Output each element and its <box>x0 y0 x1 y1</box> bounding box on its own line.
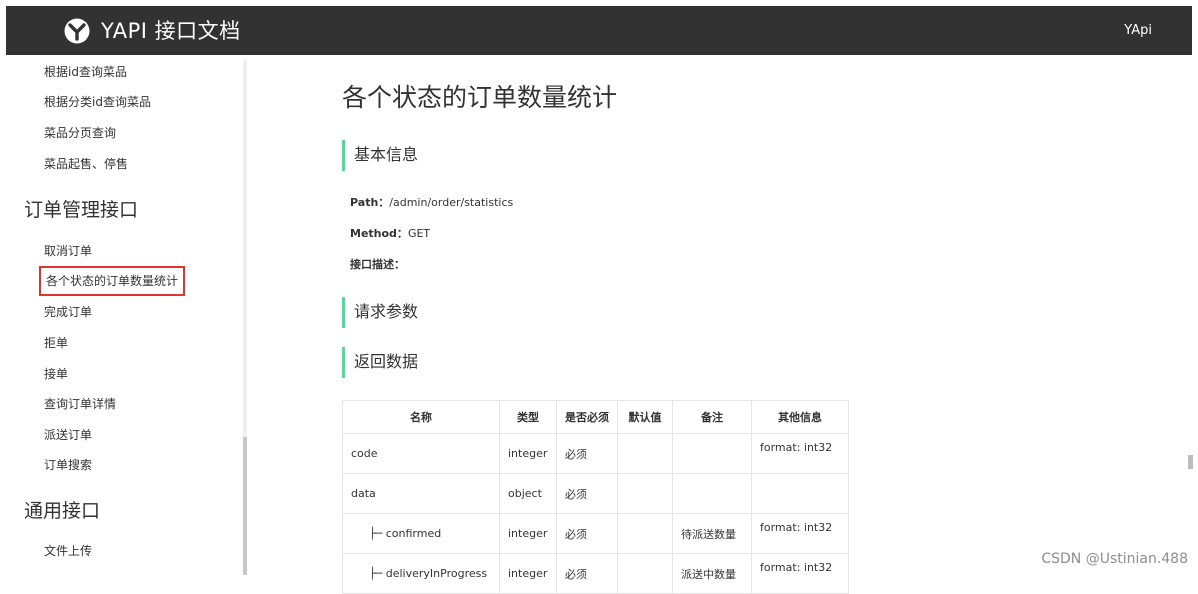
column-header-type: 类型 <box>499 400 557 434</box>
sidebar-item-complete-order[interactable]: 完成订单 <box>44 304 92 320</box>
column-header-required: 是否必须 <box>556 400 618 434</box>
sidebar-item-dish-by-id[interactable]: 根据id查询菜品 <box>44 64 127 80</box>
cell-other: format: int32 <box>751 433 849 474</box>
cell-default <box>617 473 673 514</box>
csdn-watermark: CSDN @Ustinian.488 <box>1041 551 1188 567</box>
cell-remark: 待派送数量 <box>672 513 752 554</box>
cell-other: format: int32 <box>751 513 849 554</box>
method-line: Method：GET <box>350 227 430 241</box>
section-response-data-title: 返回数据 <box>354 352 419 371</box>
app-title[interactable]: YAPI 接口文档 <box>101 18 241 44</box>
description-line: 接口描述： <box>350 258 405 272</box>
sidebar-scroll-thumb[interactable] <box>243 437 247 575</box>
yapi-logo-icon[interactable] <box>64 18 90 44</box>
cell-other: format: int32 <box>751 553 849 594</box>
cell-name: code <box>342 433 500 474</box>
cell-remark <box>672 433 752 474</box>
section-basic-info: 基本信息 <box>342 140 418 171</box>
cell-required: 必须 <box>556 553 618 594</box>
sidebar-item-file-upload[interactable]: 文件上传 <box>44 543 92 559</box>
cell-required: 必须 <box>556 473 618 514</box>
column-header-other: 其他信息 <box>751 400 849 434</box>
sidebar-group-common[interactable]: 通用接口 <box>24 499 100 523</box>
cell-type: integer <box>499 513 557 554</box>
section-request-params: 请求参数 <box>342 297 418 328</box>
cell-other <box>751 473 849 514</box>
sidebar-item-deliver-order[interactable]: 派送订单 <box>44 427 92 443</box>
cell-remark <box>672 473 752 514</box>
table-row: ├─ confirmed integer 必须 待派送数量 format: in… <box>342 513 849 554</box>
table-row: code integer 必须 format: int32 <box>342 433 849 474</box>
cell-type: object <box>499 473 557 514</box>
column-header-default: 默认值 <box>617 400 673 434</box>
cell-type: integer <box>499 553 557 594</box>
column-header-name: 名称 <box>342 400 500 434</box>
table-row: ├─ deliveryInProgress integer 必须 派送中数量 f… <box>342 553 849 594</box>
sidebar-item-order-statistics[interactable]: 各个状态的订单数量统计 <box>39 266 186 296</box>
page-title: 各个状态的订单数量统计 <box>342 83 618 112</box>
cell-type: integer <box>499 433 557 474</box>
method-value: GET <box>407 227 431 240</box>
response-params-table: 名称 类型 是否必须 默认值 备注 其他信息 code integer 必须 f… <box>342 400 849 594</box>
sidebar-item-dish-page[interactable]: 菜品分页查询 <box>44 125 116 141</box>
cell-required: 必须 <box>556 433 618 474</box>
sidebar-item-reject-order[interactable]: 拒单 <box>44 335 68 351</box>
cell-name: ├─ deliveryInProgress <box>342 553 500 594</box>
path-line: Path：/admin/order/statistics <box>350 196 513 210</box>
cell-name: ├─ confirmed <box>342 513 500 554</box>
cell-name: data <box>342 473 500 514</box>
cell-default <box>617 433 673 474</box>
yapi-brand-link[interactable]: YApi <box>1124 22 1152 40</box>
path-label: Path： <box>350 196 390 209</box>
section-basic-info-title: 基本信息 <box>354 145 419 164</box>
section-request-params-title: 请求参数 <box>354 302 419 321</box>
method-label: Method： <box>350 227 408 240</box>
sidebar-item-order-detail[interactable]: 查询订单详情 <box>44 396 116 412</box>
page-scroll-thumb[interactable] <box>1188 455 1193 469</box>
sidebar-item-dish-by-category[interactable]: 根据分类id查询菜品 <box>44 94 151 110</box>
top-header: YAPI 接口文档 YApi <box>6 6 1192 55</box>
cell-default <box>617 553 673 594</box>
cell-required: 必须 <box>556 513 618 554</box>
sidebar: 根据id查询菜品 根据分类id查询菜品 菜品分页查询 菜品起售、停售 订单管理接… <box>6 55 244 575</box>
cell-remark: 派送中数量 <box>672 553 752 594</box>
table-header-row: 名称 类型 是否必须 默认值 备注 其他信息 <box>342 400 849 434</box>
sidebar-item-confirm-order[interactable]: 接单 <box>44 366 68 382</box>
sidebar-item-cancel-order[interactable]: 取消订单 <box>44 243 92 259</box>
cell-default <box>617 513 673 554</box>
section-response-data: 返回数据 <box>342 347 418 378</box>
table-row: data object 必须 <box>342 473 849 514</box>
path-value: /admin/order/statistics <box>389 196 514 209</box>
description-label: 接口描述： <box>350 258 405 271</box>
column-header-remark: 备注 <box>672 400 752 434</box>
sidebar-item-order-search[interactable]: 订单搜索 <box>44 457 92 473</box>
sidebar-group-order[interactable]: 订单管理接口 <box>24 198 138 222</box>
sidebar-item-dish-status[interactable]: 菜品起售、停售 <box>44 156 128 172</box>
